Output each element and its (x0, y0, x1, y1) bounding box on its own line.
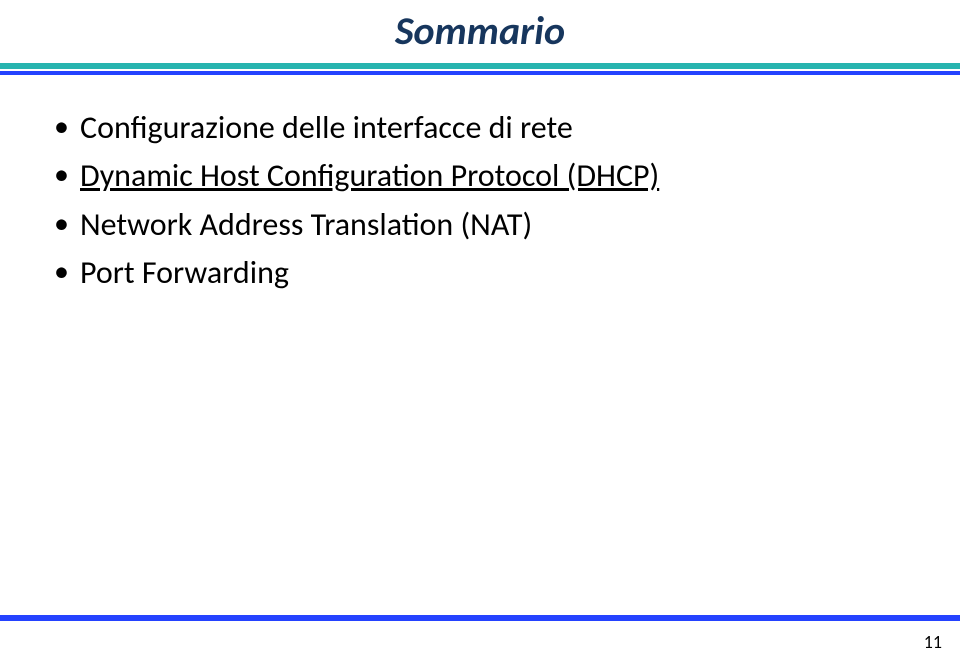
title-underline-rule (0, 63, 960, 69)
bullet-text: Network Address Translation (NAT) (80, 205, 532, 244)
slide: Sommario Configurazione delle interfacce… (0, 0, 960, 671)
bottom-blue-rule (0, 615, 960, 621)
bullet-text: Configurazione delle interfacce di rete (80, 108, 573, 147)
bullet-list: Configurazione delle interfacce di rete … (50, 105, 920, 297)
bullet-item: Configurazione delle interfacce di rete (50, 105, 920, 151)
bullet-item: Dynamic Host Configuration Protocol (DHC… (50, 153, 920, 199)
content-area: Configurazione delle interfacce di rete … (0, 105, 960, 297)
bullet-item: Network Address Translation (NAT) (50, 202, 920, 248)
page-number: 11 (924, 631, 942, 653)
bullet-text: Dynamic Host Configuration Protocol (DHC… (80, 156, 659, 195)
slide-title: Sommario (395, 6, 565, 57)
top-blue-rule (0, 71, 960, 75)
title-wrap: Sommario (0, 0, 960, 57)
bullet-item: Port Forwarding (50, 250, 920, 296)
bullet-text: Port Forwarding (80, 253, 289, 292)
